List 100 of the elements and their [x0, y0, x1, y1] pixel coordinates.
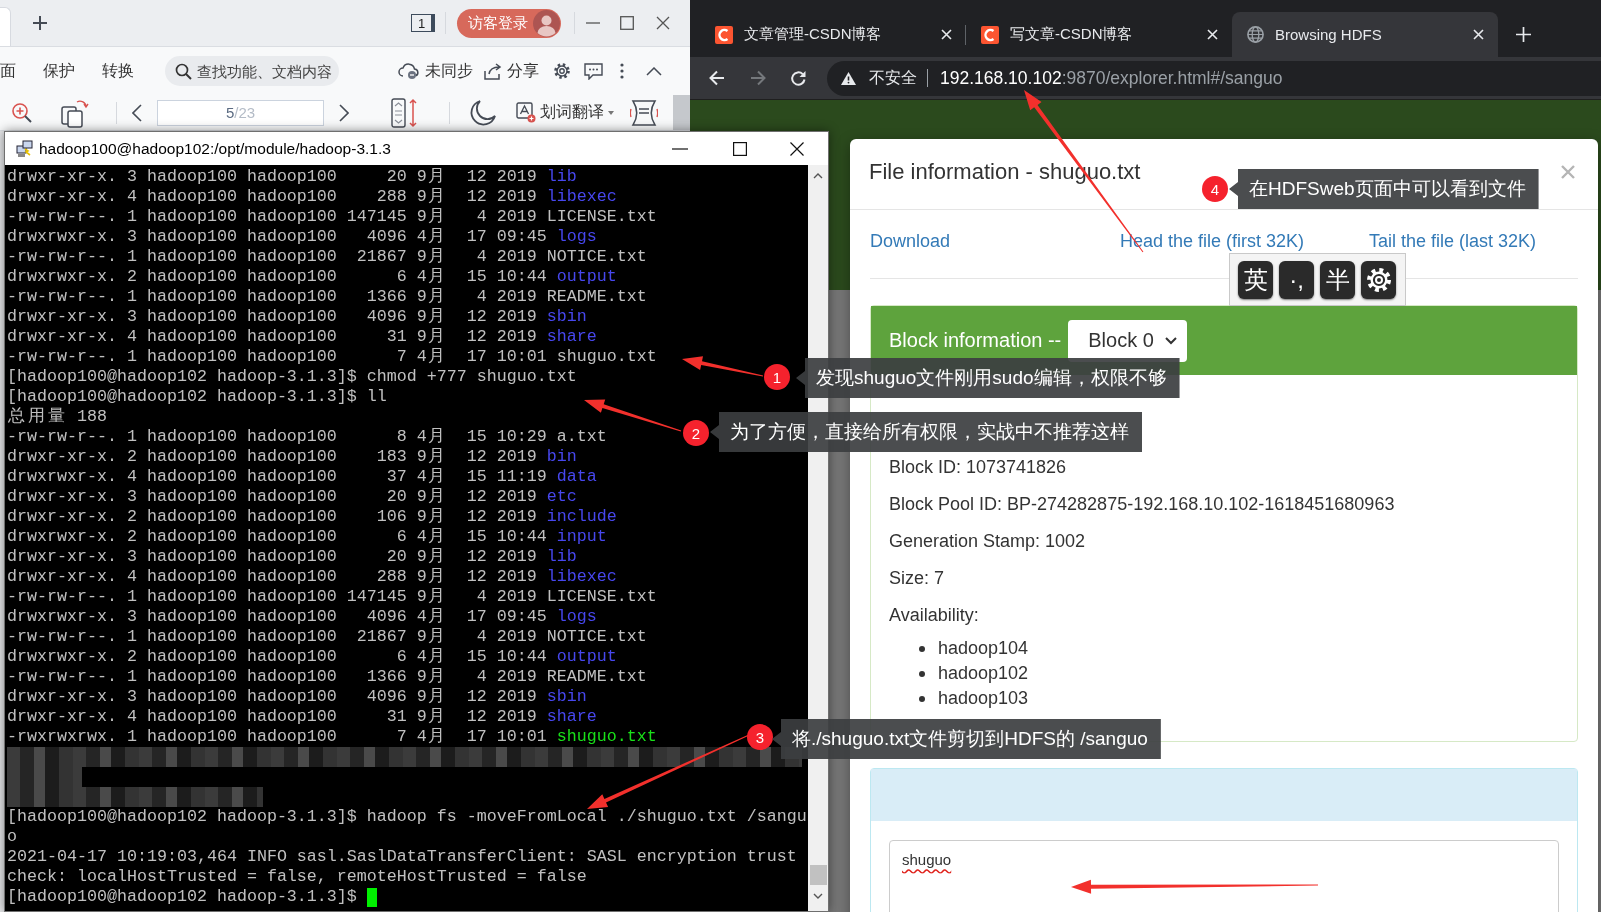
listing-details: drwxr-xr-x. 2 hadoop100 hadoop100 106 9月 12 2019: [7, 507, 537, 527]
share-button[interactable]: 分享: [484, 60, 539, 82]
listing-details: drwxr-xr-x. 3 hadoop100 hadoop100 4096 9月 12 2019: [7, 307, 537, 327]
bullet-icon: [919, 670, 925, 677]
browser-tab[interactable]: 写文章-CSDN博客: [966, 12, 1232, 57]
listing-details: drwxr-xr-x. 4 hadoop100 hadoop100 288 9月 12 2019: [7, 567, 537, 587]
availability-label: Availability:: [889, 604, 980, 626]
address-bar[interactable]: 不安全 192.168.10.102:9870/explorer.html#/sanguo: [827, 60, 1601, 96]
close-icon[interactable]: [790, 141, 804, 156]
close-icon[interactable]: [656, 16, 670, 30]
listing-details: -rw-rw-r--. 1 hadoop100 hadoop100 21867 9月 4 2019: [7, 627, 537, 647]
maximize-icon[interactable]: [733, 141, 747, 156]
bullet-icon: [919, 695, 925, 702]
menu-tab[interactable]: 转换: [102, 60, 134, 82]
listing-details: drwxr-xr-x. 3 hadoop100 hadoop100 20 9月 12 2019: [7, 547, 537, 567]
file-name: README.txt: [546, 287, 647, 307]
file-name: data: [556, 467, 597, 487]
file-name: etc: [546, 487, 577, 507]
file-name: bin: [546, 447, 577, 467]
listing-details: drwxr-xr-x. 3 hadoop100 hadoop100 20 9月 12 2019: [7, 167, 537, 187]
listing-details: -rw-rw-r--. 1 hadoop100 hadoop100 7 4月 17 10:01: [7, 347, 547, 367]
computer-icon: [16, 139, 34, 158]
file-action-link[interactable]: Tail the file (last 32K): [1369, 229, 1537, 253]
annotation-label: 将./shuguo.txt文件剪切到HDFS的 /sanguo: [772, 719, 1161, 759]
terminal-line: o: [7, 827, 17, 847]
terminal-line: [hadoop100@hadoop102 hadoop-3.1.3]$: [7, 887, 357, 907]
panel-title: Block information --: [889, 329, 1062, 352]
scroll-down-icon[interactable]: [813, 893, 823, 899]
listing-details: drwxr-xr-x. 2 hadoop100 hadoop100 183 9月 12 2019: [7, 447, 537, 467]
scrollbar[interactable]: [673, 95, 690, 130]
file-action-link[interactable]: Download: [870, 229, 951, 253]
file-name: logs: [556, 607, 597, 627]
text-cursor: [366, 887, 377, 907]
more-icon[interactable]: [620, 63, 624, 79]
window-count-button[interactable]: 1: [411, 14, 435, 32]
scroll-up-icon[interactable]: [813, 173, 823, 179]
listing-details: -rw-rw-r--. 1 hadoop100 hadoop100 147145 9月 4 2019: [7, 587, 537, 607]
menu-tab[interactable]: 保护: [43, 60, 75, 82]
globe-icon: [1247, 26, 1264, 43]
browser-tab[interactable]: 文章管理-CSDN博客: [700, 12, 966, 57]
minimize-icon[interactable]: [672, 147, 688, 150]
page-swap-icon[interactable]: [60, 97, 90, 128]
ime-settings-button[interactable]: [1361, 260, 1396, 299]
ime-key[interactable]: 英: [1238, 260, 1273, 299]
block-select[interactable]: Block 0: [1068, 319, 1188, 362]
terminal-line: [hadoop100@hadoop102 hadoop-3.1.3]$ ll: [7, 387, 387, 407]
listing-details: drwxr-xr-x. 3 hadoop100 hadoop100 4096 9月 12 2019: [7, 687, 537, 707]
zoom-in-icon[interactable]: [11, 101, 33, 124]
c-tile-icon: [981, 25, 999, 44]
forward-icon[interactable]: [750, 70, 766, 86]
menu-tab[interactable]: 面: [0, 60, 16, 82]
page-number-field[interactable]: 5/23: [157, 99, 324, 126]
security-label: 不安全: [869, 67, 917, 88]
block-field: Generation Stamp: 1002: [889, 530, 1559, 552]
file-name: NOTICE.txt: [546, 247, 647, 267]
browser-tab[interactable]: Browsing HDFS: [1232, 12, 1498, 57]
comment-icon[interactable]: [584, 62, 603, 80]
window-title: hadoop100@hadoop102:/opt/module/hadoop-3.1.3: [39, 139, 391, 158]
text-frame-icon: [516, 102, 536, 123]
sync-button[interactable]: 未同步: [398, 60, 473, 82]
c-tile-icon: [715, 25, 733, 44]
translate-button[interactable]: 划词翻译: [516, 102, 614, 123]
bullet-icon: [919, 645, 925, 652]
search-field[interactable]: 查找功能、文档内容: [165, 56, 339, 86]
cloud-icon: [398, 62, 420, 80]
listing-details: drwxr-xr-x. 4 hadoop100 hadoop100 31 9月 12 2019: [7, 327, 537, 347]
listing-details: drwxr-xr-x. 3 hadoop100 hadoop100 20 9月 12 2019: [7, 487, 537, 507]
file-name: NOTICE.txt: [546, 627, 647, 647]
moon-icon[interactable]: [469, 98, 497, 127]
terminal-line: [hadoop100@hadoop102 hadoop-3.1.3]$ chmod +777 shuguo.txt: [7, 367, 577, 387]
listing-details: -rw-rw-r--. 1 hadoop100 hadoop100 1366 9月 4 2019: [7, 667, 537, 687]
curved-frame-icon[interactable]: [630, 98, 658, 127]
fit-height-icon[interactable]: [391, 97, 419, 128]
block-field: Size: 7: [889, 567, 1559, 589]
file-name: sbin: [546, 687, 587, 707]
scrollbar-thumb[interactable]: [809, 865, 827, 885]
plus-icon[interactable]: [32, 15, 48, 31]
file-name: shuguo.txt: [556, 727, 657, 747]
host-name: hadoop104: [938, 638, 1029, 659]
file-name: a.txt: [556, 427, 607, 447]
back-icon[interactable]: [709, 70, 725, 86]
ime-key[interactable]: ·,: [1279, 260, 1314, 299]
annotation-label: 发现shuguo文件刚用sudo编辑，权限不够: [796, 358, 1180, 398]
settings-icon: [1365, 266, 1392, 293]
file-name: output: [556, 647, 617, 667]
chevron-right-icon[interactable]: [339, 103, 349, 122]
chevron-up-icon[interactable]: [646, 66, 662, 76]
ime-key[interactable]: 半: [1320, 260, 1355, 299]
settings-icon[interactable]: [553, 62, 571, 80]
listing-details: drwxrwxr-x. 2 hadoop100 hadoop100 6 4月 15 10:44: [7, 267, 547, 287]
terminal-line: 2021-04-17 10:19:03,464 INFO sasl.SaslDataTransferClient: SASL encryption trust: [7, 847, 797, 867]
file-name: lib: [546, 167, 577, 187]
file-name: shuguo.txt: [556, 347, 657, 367]
listing-details: -rw-rw-r--. 1 hadoop100 hadoop100 1366 9月 4 2019: [7, 287, 537, 307]
listing-details: -rw-rw-r--. 1 hadoop100 hadoop100 147145 9月 4 2019: [7, 207, 537, 227]
listing-details: drwxrwxr-x. 2 hadoop100 hadoop100 6 4月 15 10:44: [7, 527, 547, 547]
reload-icon[interactable]: [790, 69, 807, 87]
avatar-icon: [533, 9, 560, 37]
chevron-left-icon[interactable]: [132, 103, 142, 122]
listing-details: drwxrwxr-x. 4 hadoop100 hadoop100 37 4月 15 11:19: [7, 467, 547, 487]
